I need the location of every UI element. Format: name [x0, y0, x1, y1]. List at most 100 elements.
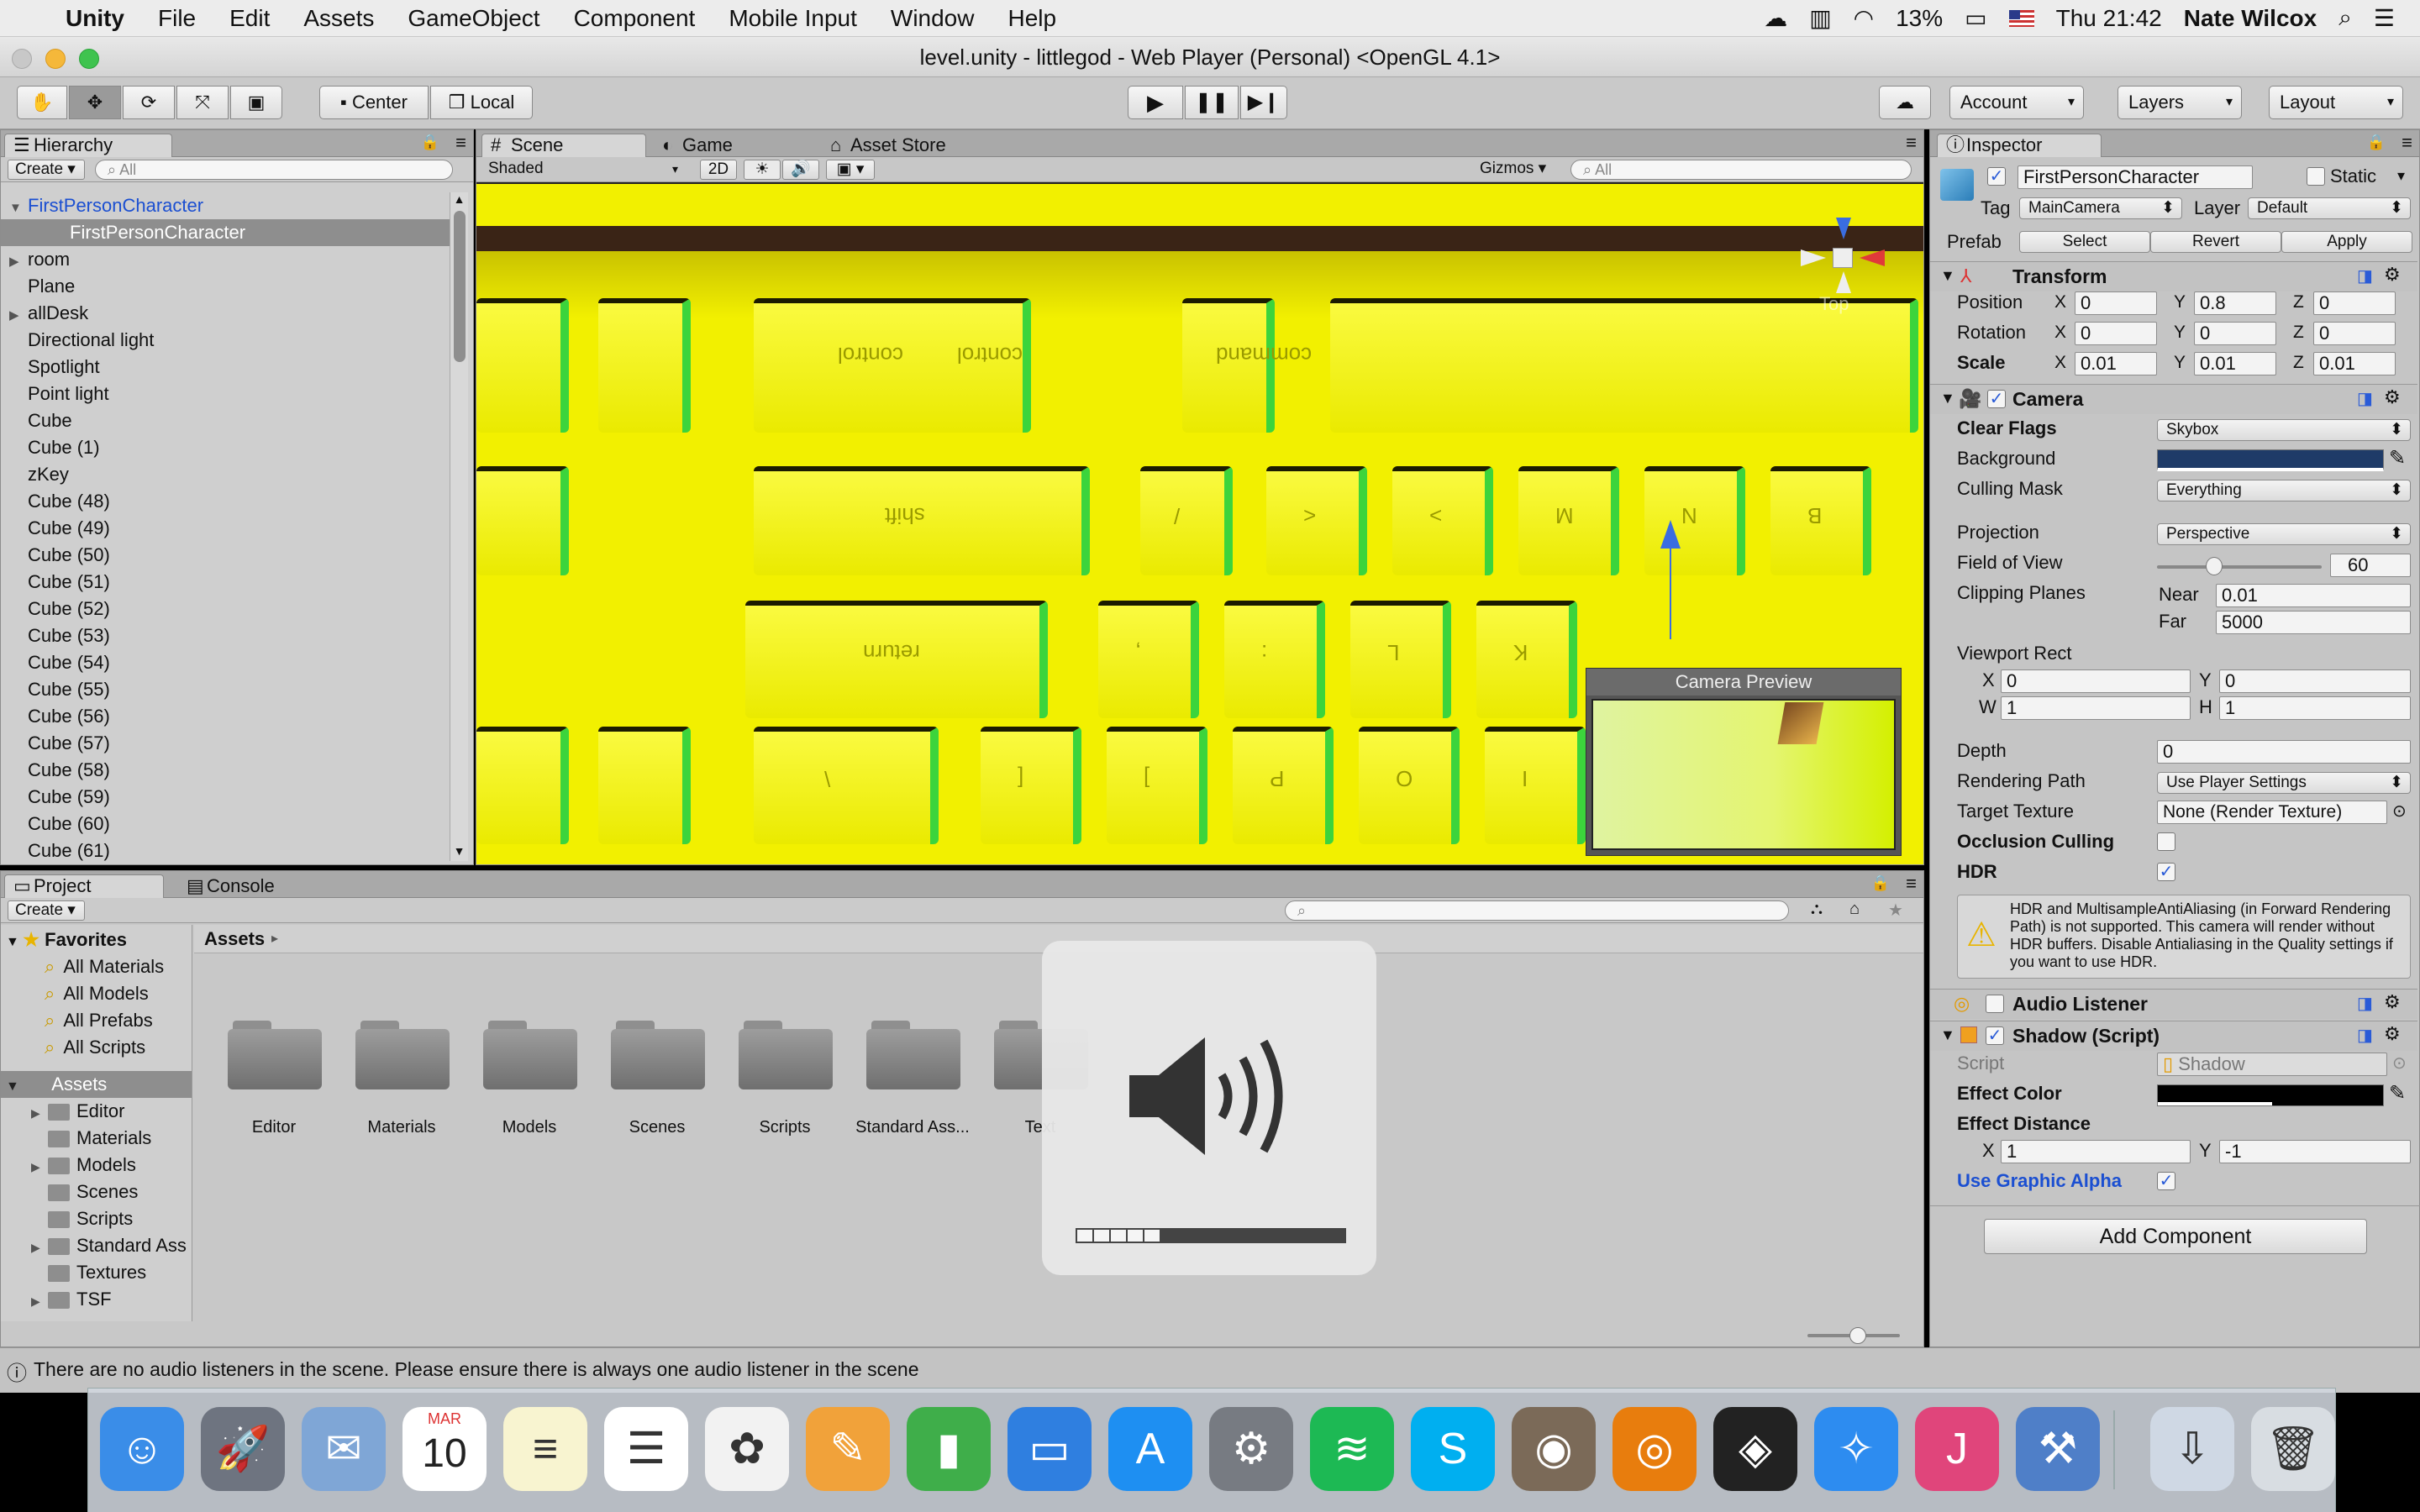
favorites-item[interactable]: ⌕ All Models	[45, 980, 149, 1007]
asset-tree-item[interactable]: Scenes	[31, 1179, 138, 1205]
account-dropdown[interactable]: Account ▾	[1949, 86, 2084, 119]
folder-label[interactable]: Models	[466, 1118, 592, 1137]
culling-mask-dropdown[interactable]: Everything ⬍	[2157, 480, 2411, 501]
battery-icon[interactable]: ▭	[1965, 4, 1986, 32]
tab-scene[interactable]: # Scene	[481, 134, 646, 157]
use-graphic-alpha-checkbox[interactable]: ✓	[2157, 1172, 2175, 1190]
gameobject-active-checkbox[interactable]: ✓	[1987, 167, 2006, 186]
scene-viewport[interactable]: control control command shift / < > M N Breturn,:…	[476, 184, 1923, 864]
prefab-revert-button[interactable]: Revert	[2150, 231, 2281, 253]
wifi-icon[interactable]: ◠	[1854, 4, 1874, 32]
hierarchy-item[interactable]: Cube (48)	[1, 488, 450, 515]
transform-handle-y[interactable]	[1660, 520, 1681, 549]
near-field[interactable]: 0.01	[2216, 584, 2411, 607]
intellij-icon[interactable]: J	[1915, 1407, 1999, 1491]
asset-tree-item[interactable]: Materials	[31, 1125, 151, 1152]
panel-menu-icon[interactable]: ≡	[455, 132, 466, 154]
help-icon[interactable]: ◨	[2357, 388, 2373, 409]
hierarchy-item[interactable]: Cube (51)	[1, 569, 450, 596]
folder-label[interactable]: Editor	[211, 1118, 337, 1137]
finder-icon[interactable]: ☺	[100, 1407, 184, 1491]
menu-file[interactable]: File	[141, 5, 213, 32]
scale-x-field[interactable]: 0.01	[2075, 352, 2157, 375]
gizmos-dropdown[interactable]: Gizmos ▾	[1473, 160, 1557, 180]
hierarchy-item[interactable]: Cube (61)	[1, 837, 450, 861]
battery-percent[interactable]: 13%	[1896, 5, 1943, 32]
launchpad-icon[interactable]: 🚀	[201, 1407, 285, 1491]
scale-tool-button[interactable]: ⤧	[176, 86, 229, 119]
favorites-item[interactable]: ⌕ All Materials	[45, 953, 164, 980]
folder-icon[interactable]	[866, 1017, 960, 1089]
lock-icon[interactable]: 🔒	[1871, 874, 1890, 892]
settings-gear-icon[interactable]: ⚙	[2384, 264, 2401, 286]
foldout-closed-icon[interactable]: ▶	[31, 1234, 48, 1261]
hierarchy-item[interactable]: Cube	[1, 407, 450, 434]
rendering-path-dropdown[interactable]: Use Player Settings ⬍	[2157, 772, 2411, 794]
effect-color-swatch[interactable]	[2157, 1084, 2384, 1106]
scale-y-field[interactable]: 0.01	[2194, 352, 2276, 375]
menu-help[interactable]: Help	[991, 5, 1073, 32]
depth-field[interactable]: 0	[2157, 740, 2411, 764]
asset-tree-item[interactable]: Textures	[31, 1259, 146, 1286]
minimize-window-button[interactable]	[45, 49, 66, 69]
close-window-button[interactable]	[12, 49, 32, 69]
position-y-field[interactable]: 0.8	[2194, 291, 2276, 315]
eyedropper-icon[interactable]: ✎	[2389, 1081, 2406, 1105]
lock-icon[interactable]: 🔒	[2367, 134, 2386, 151]
shadow-script-header[interactable]: ▼ ✓ Shadow (Script) ◨ ⚙	[1930, 1021, 2417, 1051]
asset-tree-item[interactable]: ▶ Editor	[31, 1098, 124, 1125]
camera-header[interactable]: ▼ 🎥 ✓ Camera ◨ ⚙	[1930, 384, 2417, 414]
viewport-x-field[interactable]: 0	[2001, 669, 2191, 693]
position-x-field[interactable]: 0	[2075, 291, 2157, 315]
fov-slider-thumb[interactable]	[2206, 557, 2223, 575]
cloud-icon[interactable]: ☁	[1764, 4, 1787, 32]
folder-icon[interactable]	[228, 1017, 322, 1089]
clock[interactable]: Thu 21:42	[2056, 5, 2162, 32]
tab-hierarchy[interactable]: ☰ Hierarchy	[4, 134, 172, 157]
settings-gear-icon[interactable]: ⚙	[2384, 386, 2401, 408]
tab-game[interactable]: ◐ Game	[653, 134, 779, 157]
keynote-icon[interactable]: ▭	[1007, 1407, 1092, 1491]
gameobject-name-field[interactable]: FirstPersonCharacter	[2018, 165, 2253, 189]
fov-field[interactable]: 60	[2330, 554, 2411, 577]
menu-mobile-input[interactable]: Mobile Input	[712, 5, 874, 32]
prefab-apply-button[interactable]: Apply	[2281, 231, 2412, 253]
favorites-item[interactable]: ⌕ All Prefabs	[45, 1007, 153, 1034]
background-color-swatch[interactable]	[2157, 449, 2384, 471]
shading-mode-dropdown[interactable]: Shaded ▾	[481, 160, 683, 180]
reminders-icon[interactable]: ☰	[604, 1407, 688, 1491]
folder-icon[interactable]	[611, 1017, 705, 1089]
notes-icon[interactable]: ≡	[503, 1407, 587, 1491]
pivot-center-button[interactable]: ▪ Center	[319, 86, 429, 119]
folder-icon[interactable]	[739, 1017, 833, 1089]
system-preferences-icon[interactable]: ⚙	[1209, 1407, 1293, 1491]
foldout-closed-icon[interactable]: ▶	[31, 1288, 48, 1315]
hierarchy-item[interactable]: Cube (49)	[1, 515, 450, 542]
user-name[interactable]: Nate Wilcox	[2184, 5, 2317, 32]
foldout-closed-icon[interactable]: ▶	[31, 1100, 48, 1126]
favorites-header[interactable]: ▼ ★ Favorites	[6, 927, 127, 953]
assets-root[interactable]: ▼ Assets	[1, 1071, 192, 1098]
favorite-star-icon[interactable]: ★	[1888, 900, 1903, 921]
unity-icon[interactable]: ◈	[1713, 1407, 1797, 1491]
occlusion-culling-checkbox[interactable]: ✓	[2157, 832, 2175, 851]
asset-tree-item[interactable]: Scripts	[31, 1205, 133, 1232]
safari-icon[interactable]: ✧	[1814, 1407, 1898, 1491]
scroll-down-icon[interactable]: ▼	[450, 844, 468, 858]
hierarchy-item[interactable]: Cube (58)	[1, 757, 450, 784]
object-picker-icon[interactable]: ⊙	[2392, 1053, 2407, 1074]
scene-search-input[interactable]: ⌕ All	[1570, 160, 1912, 180]
scene-audio-button[interactable]: 🔊	[782, 160, 819, 180]
spotify-icon[interactable]: ≋	[1310, 1407, 1394, 1491]
thumbnail-size-thumb[interactable]	[1849, 1327, 1866, 1344]
hierarchy-item[interactable]: ▼ FirstPersonCharacter	[1, 192, 450, 219]
project-search-input[interactable]: ⌕	[1285, 900, 1789, 921]
hierarchy-scrollbar[interactable]: ▲ ▼	[450, 192, 468, 861]
panel-menu-icon[interactable]: ≡	[1906, 132, 1917, 154]
filter-by-type-icon[interactable]: ⛬	[1811, 900, 1823, 919]
memory-icon[interactable]: ▥	[1809, 4, 1831, 32]
hierarchy-item[interactable]: Cube (1)	[1, 434, 450, 461]
status-message[interactable]: There are no audio listeners in the scen…	[34, 1358, 919, 1381]
move-tool-button[interactable]: ✥	[69, 86, 121, 119]
menu-gameobject[interactable]: GameObject	[391, 5, 556, 32]
